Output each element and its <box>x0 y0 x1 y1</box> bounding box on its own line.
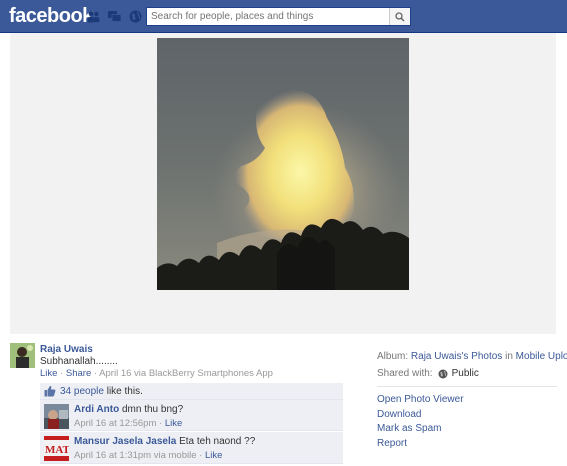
privacy-info: Shared with: Public <box>377 366 557 381</box>
search-button[interactable] <box>389 8 410 25</box>
likes-text: 34 people like this. <box>60 386 143 397</box>
comment-body: Ardi Anto dmn thu bng? <box>74 404 183 415</box>
thumbs-up-icon <box>44 385 56 397</box>
post-app: BlackBerry Smartphones App <box>148 368 273 379</box>
public-globe-icon <box>438 369 448 378</box>
author-name[interactable]: Raja Uwais <box>40 344 93 355</box>
notifications-globe-icon[interactable] <box>128 9 143 24</box>
likes-summary: 34 people like this. <box>40 383 343 400</box>
commenter-avatar[interactable] <box>44 404 69 429</box>
post-date: April 16 <box>99 368 132 379</box>
commenter-name[interactable]: Mansur Jasela Jasela <box>74 436 176 447</box>
album-info: Album: Raja Uwais's Photos in Mobile Upl… <box>377 351 567 366</box>
comment-like-link[interactable]: Like <box>165 418 182 429</box>
search-icon <box>395 11 405 22</box>
privacy-value[interactable]: Public <box>452 368 479 379</box>
top-navigation-bar: facebook <box>0 0 567 33</box>
like-link[interactable]: Like <box>40 368 57 379</box>
album-sub-link[interactable]: Mobile Uploads <box>516 351 567 362</box>
commenter-name[interactable]: Ardi Anto <box>74 404 119 415</box>
post-caption: Subhanallah........ <box>40 356 118 367</box>
via-text: via <box>134 368 147 379</box>
comment-time[interactable]: April 16 at 12:56pm <box>74 418 156 429</box>
comment-time[interactable]: April 16 at 1:31pm via mobile <box>74 450 197 461</box>
post-author-row: Raja Uwais Subhanallah........ Like · Sh… <box>10 343 343 383</box>
comment-item: Ardi Anto dmn thu bng? April 16 at 12:56… <box>40 400 343 431</box>
comment-text: dmn thu bng? <box>121 404 184 415</box>
comment-meta: April 16 at 12:56pm · Like <box>74 418 182 429</box>
friend-requests-icon[interactable] <box>86 9 101 24</box>
comment-body: Mansur Jasela Jasela Eta teh naond ?? <box>74 436 255 447</box>
photo-stage <box>10 33 556 334</box>
photo-sidebar: Album: Raja Uwais's Photos in Mobile Upl… <box>377 351 567 453</box>
download-link[interactable]: Download <box>377 409 557 424</box>
commenter-avatar[interactable]: MAT <box>44 436 69 461</box>
svg-text:MAT: MAT <box>45 444 69 456</box>
report-link[interactable]: Report <box>377 438 557 453</box>
likes-count-link[interactable]: 34 people <box>60 386 104 397</box>
album-link[interactable]: Raja Uwais's Photos <box>411 351 502 362</box>
mark-as-spam-link[interactable]: Mark as Spam <box>377 423 557 438</box>
search-bar <box>146 7 411 26</box>
album-label: Album: <box>377 351 409 362</box>
comment-text: Eta teh naond ?? <box>179 436 256 447</box>
photo-image[interactable] <box>157 38 409 290</box>
search-input[interactable] <box>147 8 389 25</box>
comment-item: MAT Mansur Jasela Jasela Eta teh naond ?… <box>40 432 343 464</box>
messages-icon[interactable] <box>107 9 122 24</box>
divider <box>377 386 557 387</box>
shared-label: Shared with: <box>377 368 433 379</box>
likes-suffix: like this. <box>106 385 143 397</box>
post-meta: Like · Share · April 16 via BlackBerry S… <box>40 368 273 379</box>
album-in: in <box>505 351 513 362</box>
comment-meta: April 16 at 1:31pm via mobile · Like <box>74 450 222 461</box>
facebook-logo[interactable]: facebook <box>9 5 93 28</box>
author-avatar[interactable] <box>10 343 35 368</box>
comment-like-link[interactable]: Like <box>205 450 222 461</box>
share-link[interactable]: Share <box>66 368 91 379</box>
notification-jewels <box>86 9 143 24</box>
open-photo-viewer-link[interactable]: Open Photo Viewer <box>377 394 557 409</box>
